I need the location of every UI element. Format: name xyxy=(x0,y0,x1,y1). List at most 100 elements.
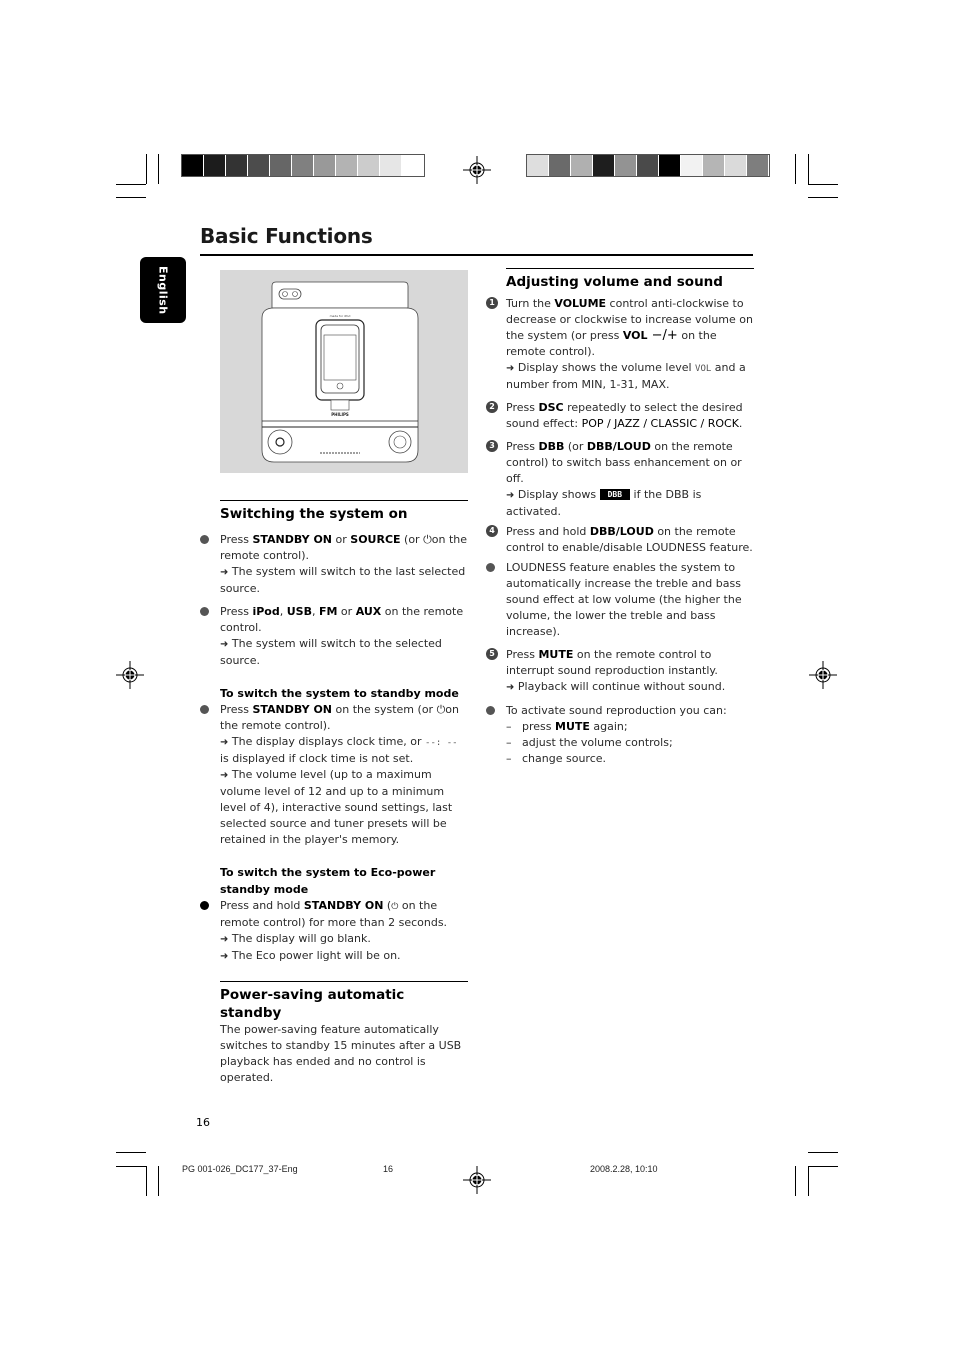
key-label: −/+ xyxy=(647,328,678,343)
step-number-badge: 2 xyxy=(486,401,498,413)
key-label: SOURCE xyxy=(350,533,401,546)
crop-mark xyxy=(795,1166,796,1196)
color-swatch xyxy=(292,155,314,176)
color-calibration-bar-right xyxy=(526,154,770,177)
color-swatch xyxy=(549,155,571,176)
device-illustration: made for iPod PHILIPS xyxy=(220,270,468,473)
section-heading: Power-saving automatic standby xyxy=(220,981,468,1022)
crop-mark xyxy=(808,154,809,184)
color-swatch xyxy=(226,155,248,176)
crop-mark xyxy=(808,1152,838,1153)
crop-mark xyxy=(116,184,146,185)
page-number: 16 xyxy=(196,1116,210,1129)
crop-mark xyxy=(146,154,147,184)
volume-display: VOL xyxy=(695,364,712,374)
list-item: 1 Turn the VOLUME control anti-clockwise… xyxy=(486,296,754,393)
brand-logo: PHILIPS xyxy=(331,412,349,417)
crop-mark xyxy=(116,197,146,198)
power-icon: ⏻ xyxy=(423,533,432,546)
power-icon: ⏻ xyxy=(436,703,446,716)
color-swatch xyxy=(725,155,747,176)
title-divider xyxy=(200,254,753,256)
color-swatch xyxy=(204,155,226,176)
page-title: Basic Functions xyxy=(200,224,373,248)
crop-mark xyxy=(795,154,796,184)
key-label: DBB/LOUD xyxy=(589,525,654,538)
key-label: STANDBY ON xyxy=(252,703,333,716)
color-swatch xyxy=(182,155,204,176)
left-column: Switching the system on Press STANDBY ON… xyxy=(200,500,468,1086)
color-swatch xyxy=(380,155,402,176)
list-item: 2 Press DSC repeatedly to select the des… xyxy=(486,400,754,432)
language-tab-label: English xyxy=(156,265,170,315)
color-swatch xyxy=(314,155,336,176)
dbb-display-badge: DBB xyxy=(599,489,631,500)
color-swatch xyxy=(402,155,424,176)
right-column: Adjusting volume and sound 1 Turn the VO… xyxy=(486,268,754,767)
crop-mark xyxy=(808,1166,838,1167)
registration-mark-icon xyxy=(463,1166,491,1194)
color-swatch xyxy=(615,155,637,176)
registration-mark-icon xyxy=(809,661,837,689)
list-item: To activate sound reproduction you can: … xyxy=(486,703,754,767)
color-swatch xyxy=(336,155,358,176)
crop-mark xyxy=(158,154,159,184)
speaker-dock-illustration: made for iPod PHILIPS xyxy=(261,281,419,463)
subsection-heading: To switch the system to standby mode xyxy=(220,687,459,700)
key-label: STANDBY ON xyxy=(252,533,333,546)
key-label: MUTE xyxy=(555,720,590,733)
sound-effects-list: POP / JAZZ / CLASSIC / ROCK xyxy=(581,417,739,430)
crop-mark xyxy=(146,1166,147,1196)
svg-text:made for iPod: made for iPod xyxy=(330,314,351,318)
crop-mark xyxy=(158,1166,159,1196)
key-label: DBB xyxy=(538,440,565,453)
step-number-badge: 3 xyxy=(486,440,498,452)
step-number-badge: 5 xyxy=(486,648,498,660)
color-calibration-bar-left xyxy=(181,154,425,177)
subsection-heading: To switch the system to Eco-power standb… xyxy=(220,866,436,896)
color-swatch xyxy=(248,155,270,176)
sub-list-item: – change source. xyxy=(506,752,607,765)
sub-list-item: – adjust the volume controls; xyxy=(506,736,673,749)
footer-datetime: 2008.2.28, 10:10 xyxy=(590,1164,658,1174)
color-swatch xyxy=(358,155,380,176)
color-swatch xyxy=(593,155,615,176)
footer-page: 16 xyxy=(383,1164,394,1174)
footer-filename: PG 001-026_DC177_37-Eng xyxy=(182,1164,298,1174)
key-label: FM xyxy=(318,605,338,618)
crop-mark xyxy=(116,1166,146,1167)
key-label: DSC xyxy=(538,401,564,414)
bullet-icon xyxy=(200,607,209,616)
paragraph: The power-saving feature automatically s… xyxy=(220,1023,462,1084)
section-heading: Switching the system on xyxy=(220,500,468,523)
key-label: STANDBY ON xyxy=(303,899,384,912)
list-item: LOUDNESS feature enables the system to a… xyxy=(486,560,754,640)
bullet-icon xyxy=(200,535,209,544)
registration-mark-icon xyxy=(116,661,144,689)
key-label: VOLUME xyxy=(554,297,607,310)
color-swatch xyxy=(527,155,549,176)
key-label: VOL xyxy=(622,329,648,342)
sub-list-item: – press MUTE again; xyxy=(506,720,628,733)
color-swatch xyxy=(659,155,681,176)
bullet-icon xyxy=(486,563,495,572)
list-item: 3 Press DBB (or DBB/LOUD on the remote c… xyxy=(486,439,754,520)
key-label: USB xyxy=(286,605,312,618)
list-item: Press iPod, USB, FM or AUX on the remote… xyxy=(200,604,468,669)
list-item: Press STANDBY ON on the system (or ⏻on t… xyxy=(200,702,468,848)
language-tab: English xyxy=(140,257,186,323)
crop-mark xyxy=(808,1166,809,1196)
bullet-icon xyxy=(486,706,495,715)
key-label: AUX xyxy=(355,605,382,618)
clock-blank-display: --: -- xyxy=(425,738,458,748)
step-number-badge: 4 xyxy=(486,525,498,537)
crop-mark xyxy=(808,197,838,198)
color-swatch xyxy=(571,155,593,176)
key-label: iPod xyxy=(252,605,280,618)
key-label: MUTE xyxy=(538,648,574,661)
list-item: Press STANDBY ON or SOURCE (or ⏻on the r… xyxy=(200,532,468,597)
color-swatch xyxy=(681,155,703,176)
key-label: DBB/LOUD xyxy=(586,440,651,453)
color-swatch xyxy=(637,155,659,176)
crop-mark xyxy=(116,1152,146,1153)
